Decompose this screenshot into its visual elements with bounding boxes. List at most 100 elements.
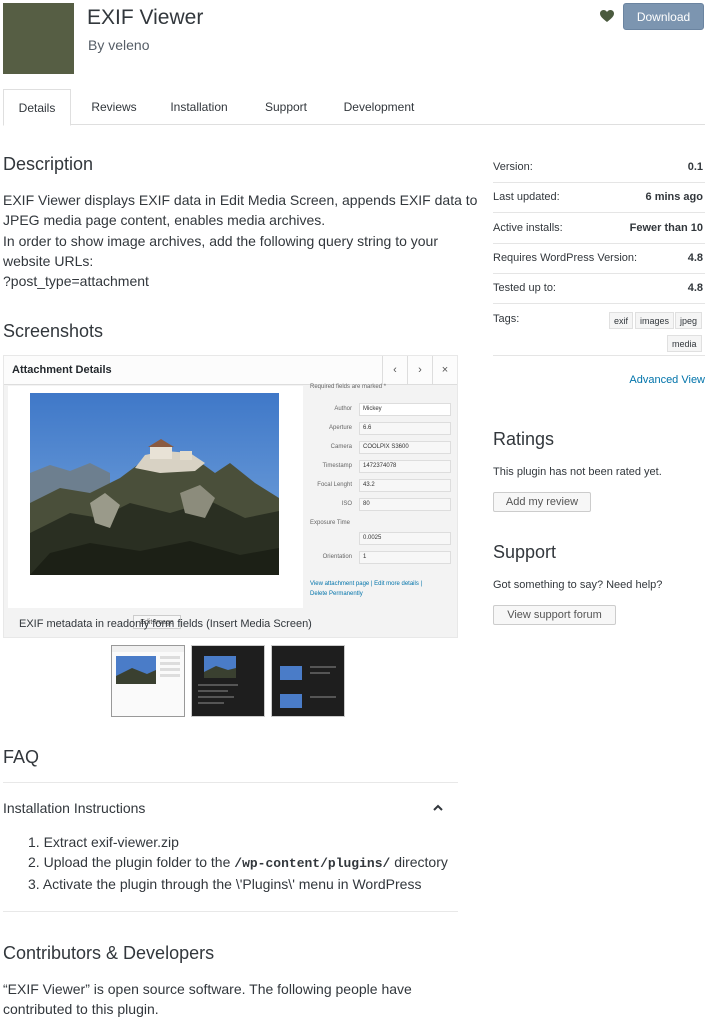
faq-answer-list: 1. Extract exif-viewer.zip 2. Upload the… [28, 832, 448, 894]
landscape-photo [30, 393, 279, 575]
list-item: 1. Extract exif-viewer.zip [28, 832, 448, 852]
field-value: 1472374078 [359, 460, 451, 473]
description-line: website URLs: [3, 253, 94, 269]
tag-link[interactable]: images [635, 312, 675, 329]
tab-reviews[interactable]: Reviews [81, 89, 147, 125]
tab-details[interactable]: Details [3, 89, 71, 126]
field-row: Exposure Time [306, 517, 456, 531]
tag-link[interactable]: media [667, 335, 702, 352]
contributors-heading: Contributors & Developers [3, 943, 215, 963]
image-panel: Edit Image [8, 386, 303, 629]
meta-value: 6 mins ago [645, 191, 703, 203]
field-row: Author Mickey [306, 403, 456, 417]
field-row: 0.0025 [306, 532, 456, 546]
description-line: EXIF Viewer displays EXIF data in Edit M… [3, 192, 478, 208]
field-value: 80 [359, 498, 451, 511]
plugin-author[interactable]: By veleno [88, 37, 149, 53]
divider [3, 782, 458, 783]
field-label: Focal Lenght [317, 482, 352, 488]
screenshot-thumbnail[interactable] [191, 645, 265, 717]
field-row: Camera COOLPIX S3600 [306, 441, 456, 455]
meta-tags: Tags: exif images jpeg media [493, 304, 705, 356]
step-text: Extract exif-viewer.zip [43, 834, 179, 850]
delete-permanently-link[interactable]: Delete Permanently [310, 591, 363, 597]
field-label: Orientation [322, 554, 352, 560]
thumbnail-image [198, 656, 238, 704]
meta-value: 0.1 [687, 161, 703, 173]
field-value: 1 [359, 551, 451, 564]
attachment-links[interactable]: View attachment page | Edit more details… [310, 581, 422, 587]
thumbnail-image [280, 666, 336, 708]
meta-key: Last updated: [493, 191, 560, 203]
next-arrow-icon[interactable]: › [407, 356, 432, 384]
field-row: Focal Lenght 43.2 [306, 479, 456, 493]
add-review-button[interactable]: Add my review [493, 492, 591, 512]
support-forum-button[interactable]: View support forum [493, 605, 616, 625]
faq-question[interactable]: Installation Instructions [3, 800, 145, 816]
field-label: Timestamp [322, 463, 352, 469]
screenshot-caption: EXIF metadata in readonly form fields (I… [19, 618, 312, 630]
prev-arrow-icon[interactable]: ‹ [382, 356, 407, 384]
thumbnail-image [112, 646, 184, 684]
tab-development[interactable]: Development [336, 89, 422, 125]
advanced-view-link[interactable]: Advanced View [629, 374, 705, 386]
plugin-icon [3, 3, 74, 74]
contributors-text: “EXIF Viewer” is open source software. T… [3, 981, 412, 997]
chevron-up-icon[interactable] [431, 801, 445, 815]
support-text: Got something to say? Need help? [493, 579, 663, 591]
field-row: Timestamp 1472374078 [306, 460, 456, 474]
tab-installation[interactable]: Installation [163, 89, 235, 125]
screenshot-thumbnail[interactable] [111, 645, 185, 717]
plugin-title: EXIF Viewer [87, 6, 204, 29]
meta-version: Version: 0.1 [493, 152, 705, 183]
step-number: 3. [28, 876, 40, 892]
field-label: Aperture [328, 425, 352, 431]
meta-tested-up-to: Tested up to: 4.8 [493, 273, 705, 304]
field-label: Exposure Time [310, 520, 351, 526]
field-value: 6.6 [359, 422, 451, 435]
field-row: Orientation 1 [306, 551, 456, 565]
step-text: Upload the plugin folder to the [43, 854, 235, 870]
field-row: Aperture 6.6 [306, 422, 456, 436]
meta-value: Fewer than 10 [629, 222, 703, 234]
meta-key: Tested up to: [493, 282, 556, 294]
tag-link[interactable]: jpeg [675, 312, 703, 329]
tab-support[interactable]: Support [255, 89, 317, 125]
description-line: ?post_type=attachment [3, 273, 149, 289]
step-number: 2. [28, 854, 40, 870]
ratings-text: This plugin has not been rated yet. [493, 466, 662, 478]
meta-last-updated: Last updated: 6 mins ago [493, 182, 705, 213]
screenshot-thumbnail[interactable] [271, 645, 345, 717]
step-text: directory [390, 854, 448, 870]
ratings-heading: Ratings [493, 429, 555, 449]
required-note: Required fields are marked * [310, 384, 387, 390]
close-icon[interactable]: × [432, 356, 457, 384]
field-value: 43.2 [359, 479, 451, 492]
modal-header: Attachment Details ‹ › × [4, 356, 457, 385]
support-heading: Support [493, 542, 557, 562]
meta-key: Tags: [493, 313, 520, 325]
meta-requires: Requires WordPress Version: 4.8 [493, 243, 705, 274]
field-value: 0.0025 [359, 532, 451, 545]
faq-heading: FAQ [3, 747, 40, 767]
screenshot-viewer: Attachment Details ‹ › × Edit Image Requ… [3, 355, 458, 638]
meta-key: Requires WordPress Version: [493, 252, 638, 264]
tab-bar: Details Reviews Installation Support Dev… [3, 89, 705, 126]
field-value[interactable]: Mickey [359, 403, 451, 416]
step-code: /wp-content/plugins/ [234, 856, 391, 871]
list-item: 3. Activate the plugin through the \'Plu… [28, 874, 448, 894]
description-line: JPEG media page content, enables media a… [3, 212, 326, 228]
step-text: Activate the plugin through the \'Plugin… [42, 876, 422, 892]
description-line: In order to show image archives, add the… [3, 233, 439, 249]
screenshots-heading: Screenshots [3, 321, 104, 341]
field-label: ISO [341, 501, 352, 507]
meta-key: Version: [493, 161, 533, 173]
contributors-text: contributed to this plugin. [3, 1001, 159, 1017]
meta-active-installs: Active installs: Fewer than 10 [493, 213, 705, 244]
meta-value: 4.8 [687, 282, 703, 294]
download-button[interactable]: Download [623, 3, 704, 30]
tag-link[interactable]: exif [609, 312, 634, 329]
favorite-heart-icon[interactable] [599, 8, 615, 24]
field-value: COOLPIX S3600 [359, 441, 451, 454]
step-number: 1. [28, 834, 40, 850]
